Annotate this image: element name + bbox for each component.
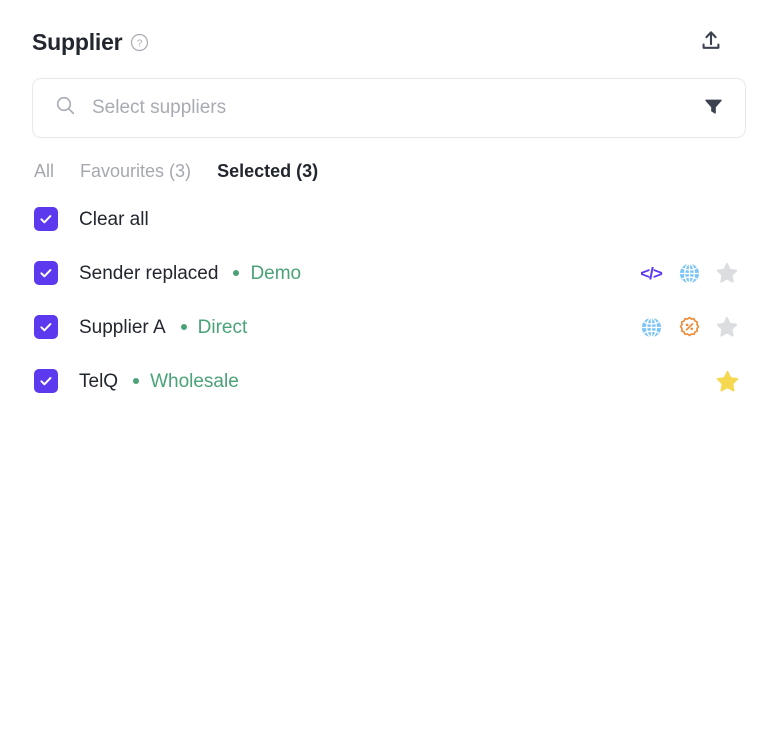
- search-icon: [55, 95, 76, 121]
- item-checkbox[interactable]: [34, 315, 58, 339]
- tab-all[interactable]: All: [34, 162, 54, 180]
- tab-selected[interactable]: Selected (3): [217, 162, 318, 180]
- filter-tabs: All Favourites (3) Selected (3): [32, 162, 746, 180]
- code-icon-glyph: </>: [640, 263, 663, 283]
- item-checkbox[interactable]: [34, 261, 58, 285]
- clear-all-row[interactable]: Clear all: [32, 192, 746, 246]
- discount-percent-icon[interactable]: [670, 312, 708, 342]
- globe-icon[interactable]: [670, 258, 708, 288]
- filter-button[interactable]: [699, 94, 727, 122]
- star-icon[interactable]: [708, 312, 746, 342]
- item-name: TelQ: [79, 370, 119, 392]
- supplier-panel: Supplier ? Select suppliers All Favourit…: [0, 0, 778, 742]
- item-name: Supplier A: [79, 316, 166, 338]
- search-input[interactable]: [92, 97, 689, 119]
- clear-all-checkbox[interactable]: [34, 207, 58, 231]
- tab-favourites[interactable]: Favourites (3): [80, 162, 191, 180]
- item-name: Sender replaced: [79, 262, 219, 284]
- globe-icon[interactable]: [632, 312, 670, 342]
- clear-all-label: Clear all: [79, 208, 149, 230]
- supplier-list: Clear all Sender replaced Demo </> Suppl…: [32, 192, 746, 408]
- question-circle-icon[interactable]: ?: [130, 33, 149, 52]
- panel-header: Supplier ?: [32, 0, 746, 62]
- item-tag: Direct: [197, 316, 248, 338]
- tag-bullet-icon: [180, 324, 187, 330]
- supplier-search-box[interactable]: [32, 78, 746, 138]
- upload-icon: [699, 29, 723, 56]
- item-checkbox[interactable]: [34, 369, 58, 393]
- tag-bullet-icon: [133, 378, 140, 384]
- list-item[interactable]: TelQ Wholesale: [32, 354, 746, 408]
- item-icons: </>: [632, 258, 746, 288]
- star-icon[interactable]: [708, 366, 746, 396]
- item-icons: [708, 366, 746, 396]
- upload-button[interactable]: [694, 25, 728, 59]
- title-group: Supplier ?: [32, 28, 149, 55]
- item-tag: Demo: [250, 262, 302, 284]
- page-title: Supplier: [32, 28, 123, 55]
- item-icons: [632, 312, 746, 342]
- svg-text:?: ?: [137, 38, 143, 49]
- list-item[interactable]: Sender replaced Demo </>: [32, 246, 746, 300]
- code-icon[interactable]: </>: [632, 258, 670, 288]
- list-item[interactable]: Supplier A Direct: [32, 300, 746, 354]
- tag-bullet-icon: [233, 270, 240, 276]
- filter-funnel-icon: [703, 96, 724, 120]
- star-icon[interactable]: [708, 258, 746, 288]
- item-tag: Wholesale: [150, 370, 239, 392]
